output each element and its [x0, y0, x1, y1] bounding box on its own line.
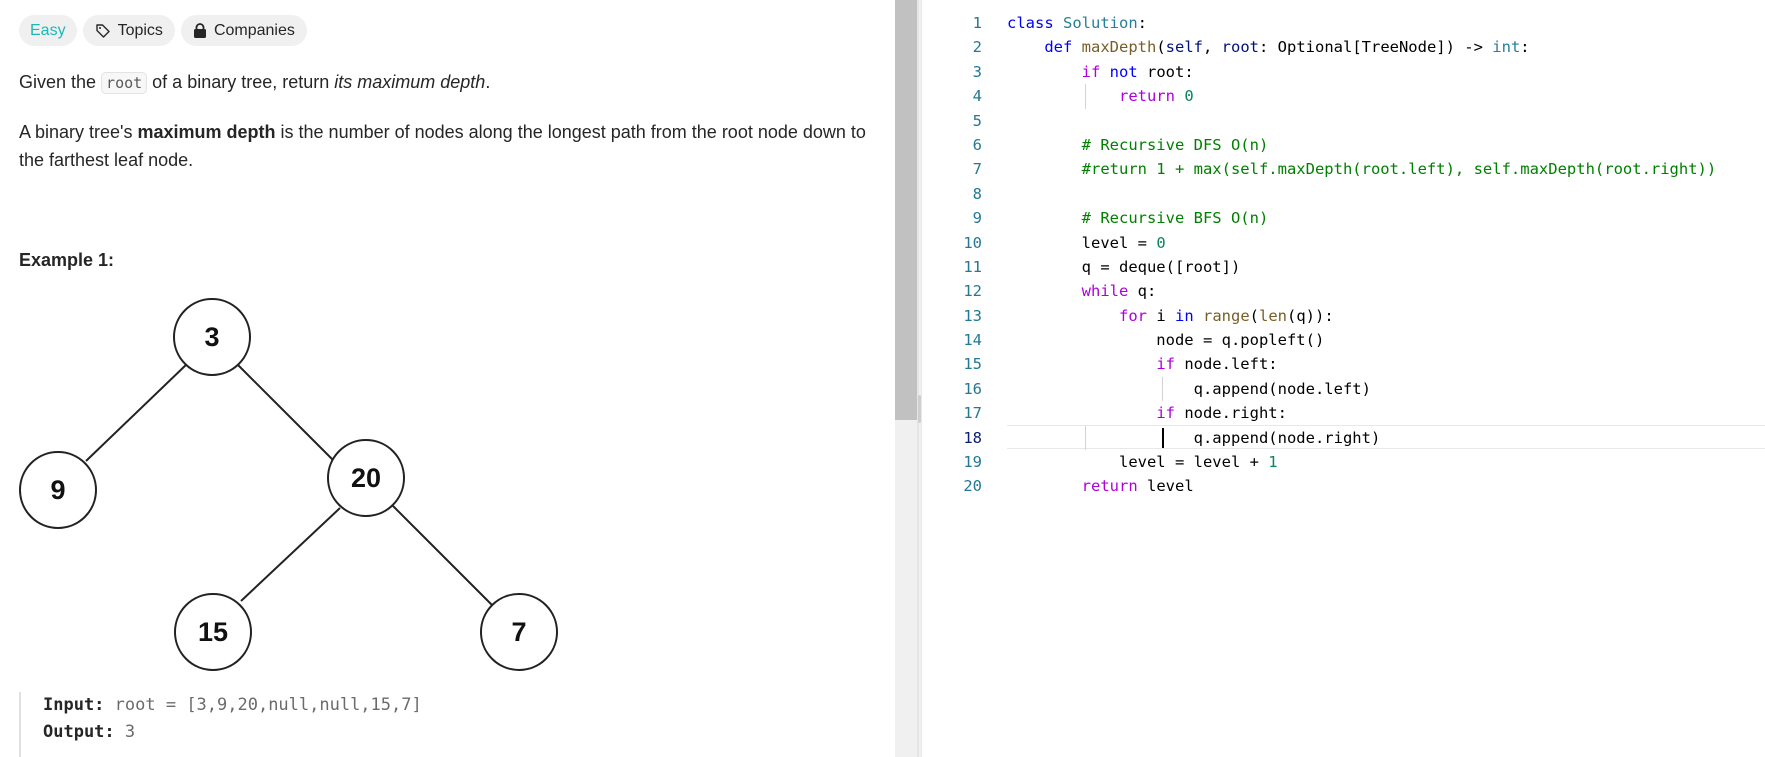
line-number: 7 [972, 160, 982, 179]
inline-code: root [101, 72, 148, 94]
line-number: 11 [963, 257, 982, 276]
line-number: 4 [972, 87, 982, 106]
line-number: 8 [972, 184, 982, 203]
code-line: level = level + 1 [1007, 453, 1278, 472]
code-line: # Recursive DFS O(n) [1081, 135, 1269, 154]
line-number: 19 [963, 453, 982, 472]
line-number: 12 [963, 282, 982, 301]
code-line: node = q.popleft() [1007, 331, 1325, 350]
code-content[interactable]: class Solution: def maxDepth(self, root:… [1007, 11, 1716, 499]
line-number: 17 [963, 404, 982, 423]
tree-node-label: 20 [351, 463, 381, 493]
output-value: 3 [124, 722, 136, 742]
tree-edge [240, 507, 341, 602]
code-line: return 0 [1007, 84, 1716, 109]
line-number: 16 [963, 379, 982, 398]
code-line: level = 0 [1007, 233, 1166, 252]
line-number: 3 [972, 62, 982, 81]
tree-node-label: 9 [50, 475, 65, 505]
line-number: 1 [972, 14, 982, 32]
tag-icon [95, 23, 111, 39]
difficulty-label: Easy [30, 22, 66, 39]
tree-node-label: 7 [511, 617, 526, 647]
line-number: 18 [963, 428, 982, 447]
output-label: Output: [43, 722, 115, 742]
code-line: while q: [1081, 282, 1157, 301]
line-number: 20 [963, 477, 982, 496]
code-line: return level [1081, 477, 1194, 496]
description-scrollbar-thumb[interactable] [895, 0, 917, 420]
example-io-block: Input: root = [3,9,20,null,null,15,7] Ou… [19, 692, 422, 757]
tree-edge [392, 505, 494, 607]
input-label: Input: [43, 695, 105, 715]
tree-edge [85, 362, 189, 462]
difficulty-badge[interactable]: Easy [19, 15, 77, 46]
companies-label: Companies [213, 22, 295, 39]
tree-node-label: 15 [198, 617, 228, 647]
tree-edge [235, 362, 338, 465]
divider [917, 0, 919, 757]
code-line: #return 1 + max(self.maxDepth(root.left)… [1081, 160, 1717, 179]
text: A binary tree's [19, 122, 138, 142]
code-line: if node.right: [1156, 404, 1287, 423]
line-number: 6 [972, 135, 982, 154]
bold-text: maximum depth [137, 122, 276, 142]
text: Given the [19, 72, 102, 92]
line-number: 5 [972, 111, 982, 130]
problem-tags: Easy Topics Companies [19, 15, 307, 46]
description-panel: Easy Topics Companies Given the root of … [0, 0, 895, 757]
code-line: def maxDepth(self, root: Optional[TreeNo… [1044, 38, 1530, 57]
input-value: root = [3,9,20,null,null,15,7] [114, 695, 422, 715]
emphasis-text: its maximum depth [334, 72, 486, 92]
line-number: 14 [963, 331, 982, 350]
definition-paragraph: A binary tree's maximum depth is the num… [19, 118, 869, 174]
code-line: # Recursive BFS O(n) [1081, 209, 1269, 228]
code-line: q = deque([root]) [1007, 257, 1241, 276]
line-number: 13 [963, 306, 982, 325]
binary-tree-diagram: 3 9 20 15 7 [19, 298, 558, 671]
problem-statement: Given the root of a binary tree, return … [19, 68, 869, 97]
text: of a binary tree, return [147, 72, 335, 92]
code-line: if node.left: [1156, 355, 1278, 374]
panel-splitter[interactable] [895, 0, 921, 757]
code-line: q.append(node.right) [1007, 425, 1716, 451]
line-number: 10 [963, 233, 982, 252]
line-number: 9 [972, 209, 982, 228]
topics-label: Topics [117, 22, 163, 39]
text: . [485, 72, 491, 92]
line-number-gutter: 1 2 3 4 5 6 7 8 9 10 11 12 13 14 15 16 17 18 19 20 [922, 11, 982, 499]
example-title: Example 1: [19, 250, 115, 270]
companies-tag-button[interactable]: Companies [180, 15, 307, 46]
code-editor[interactable]: 1 2 3 4 5 6 7 8 9 10 11 12 13 14 15 16 17 18 19 20 class So… [921, 0, 1765, 757]
code-line: q.append(node.left) [1007, 376, 1716, 402]
topics-tag-button[interactable]: Topics [82, 15, 175, 46]
line-number: 2 [972, 38, 982, 57]
code-line: for i in range(len(q)): [1118, 306, 1334, 325]
code-line: class Solution: [1007, 14, 1148, 32]
line-number: 15 [963, 355, 982, 374]
tree-node-label: 3 [204, 322, 219, 352]
code-line: if not root: [1081, 62, 1194, 81]
lock-icon [193, 23, 207, 38]
